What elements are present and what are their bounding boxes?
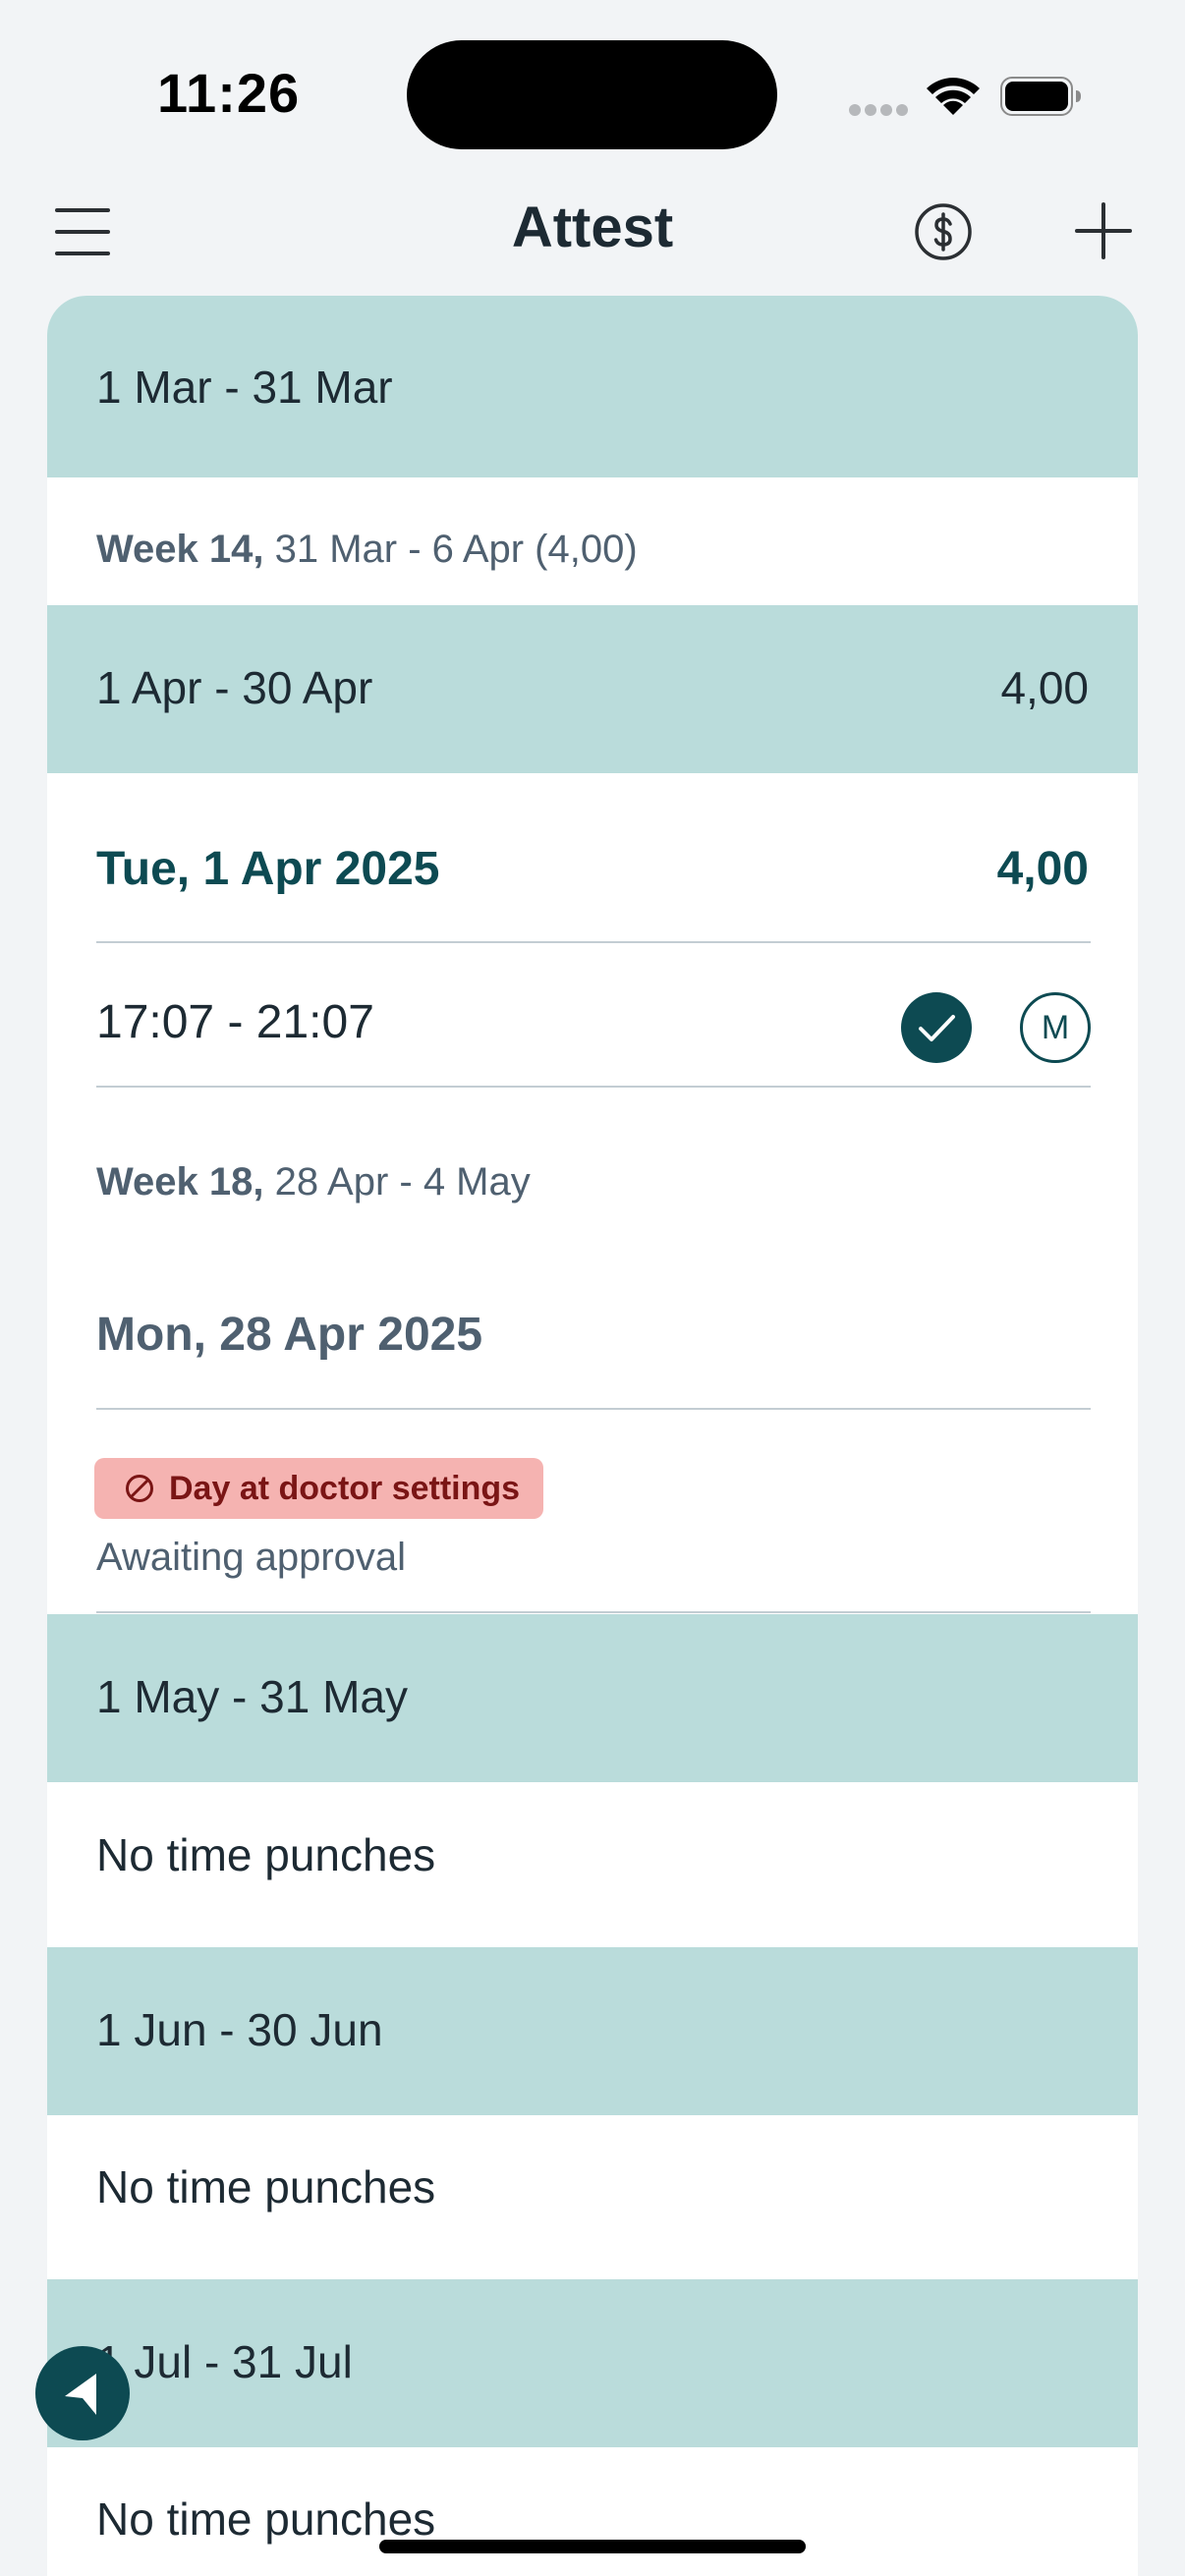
attest-list: 1 Mar - 31 Mar Week 14, 31 Mar - 6 Apr (…: [47, 296, 1138, 2576]
divider: [96, 1611, 1091, 1613]
period-label: 1 Apr - 30 Apr: [96, 662, 373, 713]
period-header-march[interactable]: 1 Mar - 31 Mar: [47, 296, 1138, 477]
week-header: Week 18, 28 Apr - 4 May: [96, 1160, 531, 1204]
empty-state-text: No time punches: [96, 2161, 436, 2212]
home-indicator[interactable]: [379, 2540, 806, 2553]
navigation-bar: Attest: [0, 187, 1185, 295]
blocked-icon: [126, 1475, 153, 1502]
badge-label: Day at doctor settings: [169, 1469, 521, 1507]
dynamic-island: [407, 40, 777, 149]
divider: [96, 1086, 1091, 1088]
period-total: 4,00: [1000, 662, 1089, 713]
approved-check-icon[interactable]: [901, 992, 972, 1063]
period-header-july[interactable]: 1 Jul - 31 Jul: [47, 2279, 1138, 2447]
week-range: 31 Mar - 6 Apr (4,00): [274, 528, 638, 571]
period-label: 1 Jun - 30 Jun: [96, 2004, 383, 2055]
day-title: Tue, 1 Apr 2025: [96, 843, 440, 895]
week-number: Week 18,: [96, 1160, 264, 1204]
period-header-may[interactable]: 1 May - 31 May: [47, 1614, 1138, 1782]
page-title: Attest: [511, 196, 674, 259]
empty-state-text: No time punches: [96, 2493, 436, 2545]
week-range: 28 Apr - 4 May: [274, 1160, 531, 1204]
empty-state-text: No time punches: [96, 1829, 436, 1880]
week-header: Week 14, 31 Mar - 6 Apr (4,00): [96, 528, 638, 572]
absence-badge[interactable]: Day at doctor settings: [94, 1458, 544, 1519]
divider: [96, 941, 1091, 943]
day-total: 4,00: [996, 843, 1089, 895]
approval-status: Awaiting approval: [96, 1536, 407, 1579]
period-label: 1 Jul - 31 Jul: [96, 2336, 353, 2387]
manual-marker-icon[interactable]: M: [1020, 992, 1091, 1063]
period-label: 1 Mar - 31 Mar: [96, 362, 393, 413]
week-number: Week 14,: [96, 528, 264, 571]
status-bar: 11:26: [0, 0, 1185, 187]
location-arrow-icon: [65, 2374, 96, 2415]
divider: [96, 1408, 1091, 1410]
dollar-icon[interactable]: [914, 202, 973, 261]
navigate-button[interactable]: [35, 2346, 130, 2440]
period-label: 1 May - 31 May: [96, 1671, 408, 1722]
day-title: Mon, 28 Apr 2025: [96, 1309, 483, 1361]
period-header-april[interactable]: 1 Apr - 30 Apr 4,00: [47, 605, 1138, 773]
battery-icon: [1000, 77, 1081, 116]
wifi-icon: [927, 78, 980, 115]
period-header-june[interactable]: 1 Jun - 30 Jun: [47, 1947, 1138, 2115]
add-icon[interactable]: [1075, 202, 1132, 259]
cellular-signal-icon: [849, 104, 908, 116]
time-punch-row[interactable]: 17:07 - 21:07: [96, 995, 374, 1049]
status-time: 11:26: [157, 62, 301, 124]
